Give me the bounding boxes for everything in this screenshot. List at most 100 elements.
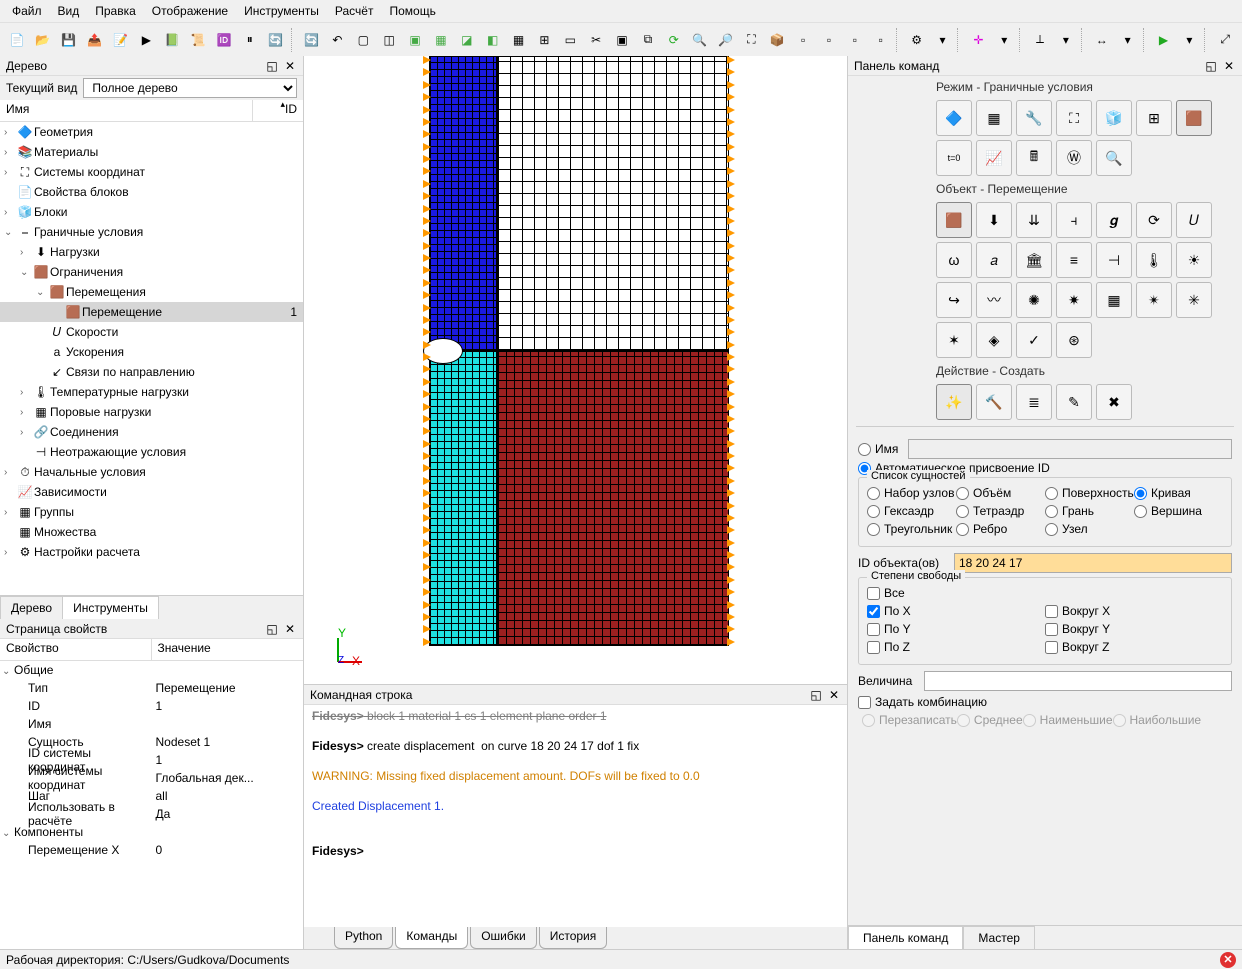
mode-geometry-icon[interactable]: 🔷 <box>936 100 972 136</box>
dof-ry[interactable] <box>1045 623 1058 636</box>
tab-tree[interactable]: Дерево <box>0 596 63 619</box>
right-icon[interactable]: ▫ <box>869 28 893 52</box>
current-view-select[interactable]: Полное дерево <box>83 78 297 98</box>
viewport-3d[interactable]: YXZ <box>304 56 847 684</box>
action-list-icon[interactable]: ≣ <box>1016 384 1052 420</box>
entity-radio[interactable] <box>956 505 969 518</box>
menu-tools[interactable]: Инструменты <box>236 2 327 20</box>
back-icon[interactable]: ▫ <box>817 28 841 52</box>
tree-row[interactable]: ›▦Поровые нагрузки <box>0 402 303 422</box>
mode-ic-icon[interactable]: t=0 <box>936 140 972 176</box>
value-input[interactable] <box>924 671 1232 691</box>
menu-display[interactable]: Отображение <box>144 2 236 20</box>
entity-radio[interactable] <box>1045 523 1058 536</box>
props-row[interactable]: Имя системы координатГлобальная дек... <box>0 769 303 787</box>
shaded-edge-icon[interactable]: ▦ <box>429 28 453 52</box>
props-row[interactable]: ID1 <box>0 697 303 715</box>
action-edit-icon[interactable]: 🔨 <box>976 384 1012 420</box>
tree-row[interactable]: ▦Множества <box>0 522 303 542</box>
tree-row[interactable]: ›⚙Настройки расчета <box>0 542 303 562</box>
entity-radio[interactable] <box>1045 505 1058 518</box>
obj-rad-icon[interactable]: 〰 <box>976 282 1012 318</box>
mesh-icon[interactable]: ▦ <box>507 28 531 52</box>
tree-row[interactable]: ⌄🟫Перемещения <box>0 282 303 302</box>
dof-x[interactable] <box>867 605 880 618</box>
entity-radio[interactable] <box>956 523 969 536</box>
command-console[interactable]: Fidesys> block 1 material 1 cs 1 element… <box>304 705 847 927</box>
fit-icon[interactable]: ⛶ <box>739 28 763 52</box>
play-icon[interactable]: 📗 <box>160 28 184 52</box>
undock-icon[interactable]: ◱ <box>265 59 279 73</box>
tree-row[interactable]: ⌄🟫Ограничения <box>0 262 303 282</box>
hidden-icon[interactable]: ◫ <box>377 28 401 52</box>
obj-temp-icon[interactable]: 🌡 <box>1136 242 1172 278</box>
cmd-tab-history[interactable]: История <box>539 927 608 949</box>
obj-heat1-icon[interactable]: ✺ <box>1016 282 1052 318</box>
entity-radio[interactable] <box>1134 487 1147 500</box>
more5-icon[interactable]: ▾ <box>1177 28 1201 52</box>
script-icon[interactable]: 📜 <box>186 28 210 52</box>
close-icon[interactable]: ✕ <box>1222 59 1236 73</box>
tree-row[interactable]: ⊣Неотражающие условия <box>0 442 303 462</box>
close-icon[interactable]: ✕ <box>283 59 297 73</box>
mode-deps-icon[interactable]: 📈 <box>976 140 1012 176</box>
mode-blocks-icon[interactable]: 🧊 <box>1096 100 1132 136</box>
close-icon[interactable]: ✕ <box>827 688 841 702</box>
obj-src2-icon[interactable]: ✳ <box>1176 282 1212 318</box>
obj-nonref-icon[interactable]: ⊣ <box>1096 242 1132 278</box>
tree-row[interactable]: ›▦Группы <box>0 502 303 522</box>
more4-icon[interactable]: ▾ <box>1116 28 1140 52</box>
tree-row[interactable]: 🟫Перемещение1 <box>0 302 303 322</box>
tree-col-name[interactable]: Имя <box>0 100 253 121</box>
obj-velocity-icon[interactable]: 𝑈 <box>1176 202 1212 238</box>
error-indicator-icon[interactable]: ✕ <box>1220 952 1236 968</box>
open-icon[interactable]: 📂 <box>31 28 55 52</box>
menu-calc[interactable]: Расчёт <box>327 2 382 20</box>
menu-help[interactable]: Помощь <box>381 2 443 20</box>
mode-search-icon[interactable]: 🔍 <box>1096 140 1132 176</box>
tree-row[interactable]: ›🔗Соединения <box>0 422 303 442</box>
mode-calc-icon[interactable]: 🖩 <box>1016 140 1052 176</box>
new-icon[interactable]: 📄 <box>5 28 29 52</box>
radio-name[interactable] <box>858 443 871 456</box>
tree-row[interactable]: ›🌡Температурные нагрузки <box>0 382 303 402</box>
mode-bc-icon[interactable]: 🟫 <box>1176 100 1212 136</box>
tab-instruments[interactable]: Инструменты <box>62 596 159 619</box>
mode-sets-icon[interactable]: ⊞ <box>1136 100 1172 136</box>
window-icon[interactable]: ⧉ <box>636 28 660 52</box>
obj-distload-icon[interactable]: ⫞ <box>1056 202 1092 238</box>
tree-row[interactable]: 📈Зависимости <box>0 482 303 502</box>
tree-row[interactable]: ›⛶Системы координат <box>0 162 303 182</box>
obj-accel-icon[interactable]: 𝑎 <box>976 242 1012 278</box>
undock-icon[interactable]: ◱ <box>265 622 279 636</box>
undock-icon[interactable]: ◱ <box>809 688 823 702</box>
obj-heat2-icon[interactable]: ✷ <box>1056 282 1092 318</box>
grid-icon[interactable]: ⊞ <box>532 28 556 52</box>
props-row[interactable]: Имя <box>0 715 303 733</box>
dim1-icon[interactable]: ⟂ <box>1028 28 1052 52</box>
shaded-icon[interactable]: ▣ <box>403 28 427 52</box>
tree-body[interactable]: ›🔷Геометрия›📚Материалы›⛶Системы координа… <box>0 122 303 595</box>
menu-edit[interactable]: Правка <box>87 2 144 20</box>
refresh-icon[interactable]: ⟳ <box>662 28 686 52</box>
props-row[interactable]: ⌄Общие <box>0 661 303 679</box>
obj-gravity-icon[interactable]: 𝒈 <box>1096 202 1132 238</box>
entity-radio[interactable] <box>867 487 880 500</box>
mode-results-icon[interactable]: Ⓦ <box>1056 140 1092 176</box>
obj-flux-icon[interactable]: ☀ <box>1176 242 1212 278</box>
axes-toggle-icon[interactable]: ⤢ <box>1213 28 1237 52</box>
tree-row[interactable]: ›📚Материалы <box>0 142 303 162</box>
action-delete-icon[interactable]: ✖ <box>1096 384 1132 420</box>
iso-icon[interactable]: ◧ <box>481 28 505 52</box>
dof-all[interactable] <box>867 587 880 600</box>
dof-rz[interactable] <box>1045 641 1058 654</box>
dof-z[interactable] <box>867 641 880 654</box>
tab-wizard[interactable]: Мастер <box>963 926 1035 949</box>
entity-radio[interactable] <box>1045 487 1058 500</box>
obj-column-icon[interactable]: 🏛 <box>1016 242 1052 278</box>
undock-icon[interactable]: ◱ <box>1204 59 1218 73</box>
zoom-out-icon[interactable]: 🔎 <box>714 28 738 52</box>
entity-radio[interactable] <box>867 523 880 536</box>
object-id-input[interactable] <box>954 553 1232 573</box>
tree-row[interactable]: ›🔷Геометрия <box>0 122 303 142</box>
